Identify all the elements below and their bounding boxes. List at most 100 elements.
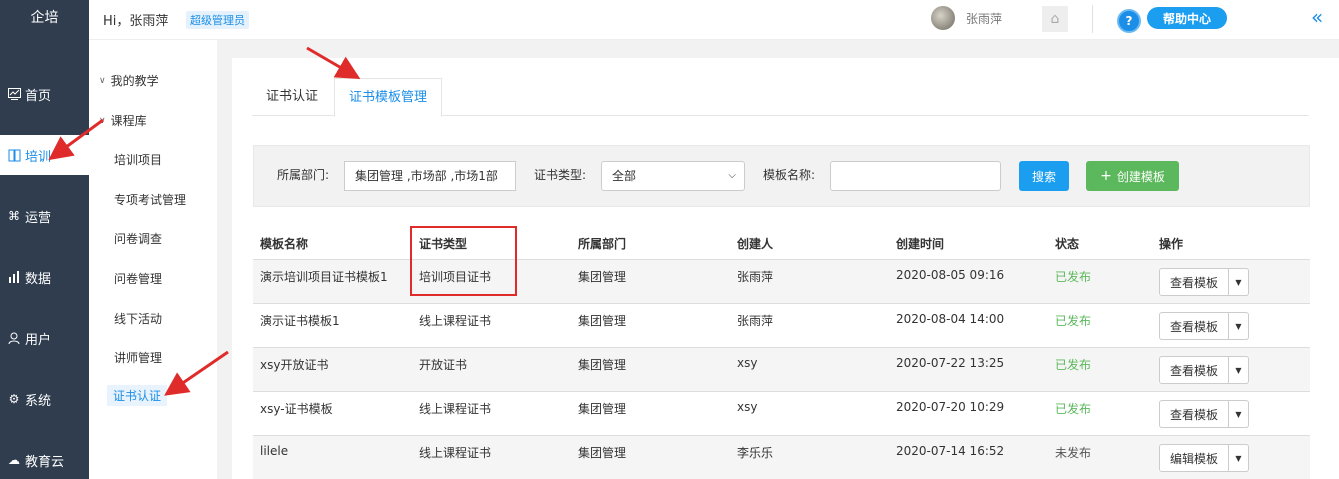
annotation-highlight-box	[410, 226, 517, 296]
row-action-group: 编辑模板 ▼	[1159, 444, 1249, 472]
nav-item-label: 首页	[25, 88, 52, 104]
cell-name: lilele	[260, 444, 289, 458]
nav-item-label: 培训	[25, 149, 52, 165]
chevron-down-icon: ∨	[99, 115, 106, 126]
name-label: 模板名称:	[763, 168, 816, 182]
cell-creator: 张雨萍	[737, 270, 774, 284]
subnav-item-training-project[interactable]: 培训项目	[114, 151, 162, 168]
create-template-label: 创建模板	[1116, 169, 1165, 184]
nav-item-edu-cloud[interactable]: ☁ 教育云	[0, 440, 89, 479]
cell-dept: 集团管理	[578, 446, 627, 460]
plus-icon: +	[1100, 168, 1112, 184]
operations-icon: ⌘	[8, 209, 20, 223]
caret-down-icon[interactable]: ▼	[1229, 268, 1249, 296]
cell-creator: xsy	[737, 356, 758, 370]
search-button[interactable]: 搜索	[1019, 161, 1069, 191]
cell-name: 演示培训项目证书模板1	[260, 270, 388, 284]
nav-item-label: 运营	[25, 210, 52, 226]
help-center-button[interactable]: 帮助中心	[1147, 7, 1227, 29]
subnav-item-lecturer-manage[interactable]: 讲师管理	[114, 349, 162, 366]
cell-time: 2020-08-05 09:16	[896, 268, 1005, 282]
subnav-group-course-library[interactable]: ∨ 课程库	[99, 112, 147, 129]
col-header-creator: 创建人	[737, 237, 774, 251]
cell-creator: 李乐乐	[737, 446, 774, 460]
create-template-button[interactable]: + 创建模板	[1086, 161, 1179, 191]
cell-name: xsy-证书模板	[260, 402, 333, 416]
greeting-text: Hi，张雨萍	[103, 14, 169, 29]
nav-item-data[interactable]: 数据	[0, 257, 89, 297]
cell-time: 2020-08-04 14:00	[896, 312, 1005, 326]
cell-dept: 集团管理	[578, 270, 627, 284]
nav-item-operations[interactable]: ⌘ 运营	[0, 196, 89, 236]
cell-time: 2020-07-22 13:25	[896, 356, 1005, 370]
cell-type: 线上课程证书	[419, 402, 492, 416]
main-sidebar: 企培 首页 培训 ⌘ 运营 数据 用户 ⚙ 系统 ☁ 教育云	[0, 0, 89, 479]
view-template-button[interactable]: 查看模板	[1159, 400, 1229, 428]
caret-down-icon[interactable]: ▼	[1229, 356, 1249, 384]
home-icon[interactable]: ⌂	[1042, 6, 1068, 32]
table-row: 演示证书模板1 线上课程证书 集团管理 张雨萍 2020-08-04 14:00…	[253, 304, 1310, 348]
cell-type: 线上课程证书	[419, 446, 492, 460]
subnav-item-survey-manage[interactable]: 问卷管理	[114, 270, 162, 287]
username-label[interactable]: 张雨萍	[966, 10, 1002, 27]
caret-down-icon[interactable]: ▼	[1229, 312, 1249, 340]
avatar[interactable]	[931, 6, 955, 30]
nav-item-label: 数据	[25, 271, 52, 287]
status-badge: 已发布	[1055, 314, 1092, 328]
status-badge: 已发布	[1055, 270, 1092, 284]
subnav-item-offline-activity[interactable]: 线下活动	[114, 310, 162, 327]
nav-item-users[interactable]: 用户	[0, 318, 89, 358]
edit-template-button[interactable]: 编辑模板	[1159, 444, 1229, 472]
type-select[interactable]: 全部 ⌵	[601, 161, 745, 191]
row-action-group: 查看模板 ▼	[1159, 312, 1249, 340]
subnav-item-special-exam[interactable]: 专项考试管理	[114, 191, 186, 208]
col-header-status: 状态	[1055, 237, 1080, 251]
template-name-input[interactable]	[830, 161, 1001, 191]
col-header-name: 模板名称	[260, 237, 309, 251]
collapse-double-chevron-icon[interactable]: «	[1311, 5, 1323, 29]
nav-item-label: 系统	[25, 393, 52, 409]
cell-name: 演示证书模板1	[260, 314, 340, 328]
view-template-button[interactable]: 查看模板	[1159, 268, 1229, 296]
chevron-down-icon: ∨	[99, 75, 106, 86]
dept-label: 所属部门:	[277, 168, 330, 182]
view-template-button[interactable]: 查看模板	[1159, 356, 1229, 384]
subnav-group-my-teaching[interactable]: ∨ 我的教学	[99, 72, 159, 89]
status-badge: 已发布	[1055, 402, 1092, 416]
col-header-time: 创建时间	[896, 237, 945, 251]
header-divider	[1092, 5, 1093, 33]
filter-bar: 所属部门: 集团管理 ,市场部 ,市场1部 证书类型: 全部 ⌵ 模板名称: 搜…	[253, 145, 1310, 207]
dept-select-input[interactable]: 集团管理 ,市场部 ,市场1部	[344, 161, 516, 191]
user-icon	[7, 331, 21, 345]
cell-dept: 集团管理	[578, 358, 627, 372]
help-question-icon[interactable]: ?	[1117, 9, 1141, 33]
role-badge: 超级管理员	[186, 11, 249, 29]
table-row: lilele 线上课程证书 集团管理 李乐乐 2020-07-14 16:52 …	[253, 436, 1310, 479]
row-action-group: 查看模板 ▼	[1159, 400, 1249, 428]
nav-item-system[interactable]: ⚙ 系统	[0, 379, 89, 419]
subnav-item-survey[interactable]: 问卷调查	[114, 230, 162, 247]
view-template-button[interactable]: 查看模板	[1159, 312, 1229, 340]
row-action-group: 查看模板 ▼	[1159, 356, 1249, 384]
subnav-item-certificate[interactable]: 证书认证	[107, 385, 168, 406]
dashboard-icon	[7, 87, 21, 101]
brand-logo[interactable]: 企培	[0, 0, 89, 40]
col-header-dept: 所属部门	[578, 237, 627, 251]
caret-down-icon[interactable]: ▼	[1229, 400, 1249, 428]
subnav-group-label: 我的教学	[110, 74, 159, 88]
cell-type: 线上课程证书	[419, 314, 492, 328]
col-header-action: 操作	[1159, 237, 1184, 251]
caret-down-icon[interactable]: ▼	[1229, 444, 1249, 472]
cell-type: 开放证书	[419, 358, 468, 372]
tab-template-manage[interactable]: 证书模板管理	[334, 78, 443, 117]
training-icon	[7, 148, 21, 162]
tab-certificate-auth[interactable]: 证书认证	[252, 78, 332, 116]
cell-name: xsy开放证书	[260, 358, 329, 372]
nav-item-home[interactable]: 首页	[0, 74, 89, 114]
top-header: Hi，张雨萍 超级管理员 张雨萍 ⌂ ? 帮助中心 «	[89, 0, 1339, 40]
nav-item-training[interactable]: 培训	[0, 135, 89, 175]
status-badge: 已发布	[1055, 358, 1092, 372]
cell-creator: xsy	[737, 400, 758, 414]
main-content: 证书认证 证书模板管理 所属部门: 集团管理 ,市场部 ,市场1部 证书类型: …	[232, 58, 1339, 479]
row-action-group: 查看模板 ▼	[1159, 268, 1249, 296]
